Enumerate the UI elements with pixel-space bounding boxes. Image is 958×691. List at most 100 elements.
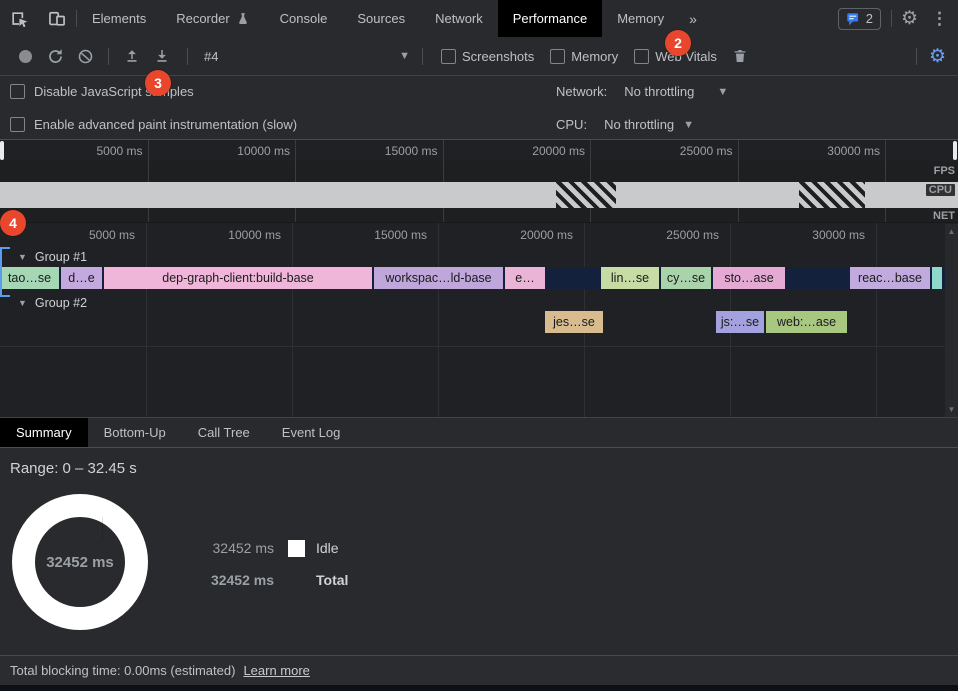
tab-recorder[interactable]: Recorder	[161, 0, 264, 37]
save-profile-button[interactable]	[147, 41, 177, 71]
bottom-strip	[0, 685, 958, 691]
flame-bar[interactable]: js:…se	[716, 311, 764, 333]
toolbar-divider	[422, 48, 423, 65]
upload-icon	[123, 47, 141, 65]
cpu-track-label: CPU	[926, 184, 955, 196]
total-blocking-time-text: Total blocking time: 0.00ms (estimated)	[10, 663, 235, 678]
issues-count: 2	[866, 11, 873, 26]
screenshots-checkbox[interactable]: Screenshots	[441, 49, 534, 64]
load-profile-button[interactable]	[117, 41, 147, 71]
tab-label: Elements	[92, 11, 146, 26]
time-label: 20000 ms	[473, 228, 573, 242]
settings-gear-icon[interactable]: ⚙	[892, 9, 927, 28]
legend-value: 32452 ms	[208, 572, 274, 588]
collapse-triangle-icon: ▼	[18, 298, 27, 308]
network-throttling-row: Network: No throttling ▼	[556, 84, 728, 99]
donut-legend: 32452 msIdle32452 msTotal	[208, 532, 348, 596]
tab-sources[interactable]: Sources	[342, 0, 420, 37]
time-label: 25000 ms	[633, 144, 733, 158]
legend-row: 32452 msIdle	[208, 532, 348, 564]
overview-right-handle[interactable]	[953, 141, 957, 160]
cpu-throttling-select[interactable]: No throttling ▼	[604, 117, 694, 132]
record-button[interactable]	[10, 41, 40, 71]
chevron-down-icon: ▼	[399, 50, 410, 62]
network-throttling-select[interactable]: No throttling ▼	[624, 84, 728, 99]
checkbox-box	[634, 49, 649, 64]
tab-label: Bottom-Up	[104, 425, 166, 440]
flame-bar[interactable]: e…	[505, 267, 545, 289]
time-tick	[148, 140, 149, 222]
tab-network[interactable]: Network	[420, 0, 498, 37]
history-select[interactable]: #4 ▼	[194, 49, 416, 64]
toolbar-divider	[187, 48, 188, 65]
scroll-down-arrow[interactable]: ▼	[945, 405, 958, 414]
issues-button[interactable]: 2	[838, 8, 881, 30]
scroll-up-arrow[interactable]: ▲	[945, 227, 958, 236]
tab-elements[interactable]: Elements	[77, 0, 161, 37]
trash-icon	[732, 48, 748, 64]
flame-bar[interactable]	[932, 267, 942, 289]
donut-total-label: 32452 ms	[35, 517, 125, 607]
tab-bottom-up[interactable]: Bottom-Up	[88, 418, 182, 447]
time-label: 5000 ms	[35, 228, 135, 242]
flame-bar[interactable]: sto…ase	[713, 267, 785, 289]
tab-console[interactable]: Console	[265, 0, 343, 37]
horizontal-gridline	[0, 346, 945, 347]
clear-button[interactable]	[70, 41, 100, 71]
history-selected-value: #4	[204, 49, 399, 64]
clear-recordings-button[interactable]	[725, 41, 755, 71]
inspect-element-button[interactable]	[0, 0, 38, 37]
checkbox-box	[10, 84, 25, 99]
legend-row: 32452 msTotal	[208, 564, 348, 596]
flame-bar[interactable]: dep-graph-client:build-base	[104, 267, 372, 289]
tab-memory[interactable]: Memory	[602, 0, 679, 37]
fps-track-label: FPS	[934, 165, 955, 177]
collapse-triangle-icon: ▼	[18, 252, 27, 262]
kebab-menu-icon[interactable]: ⋮	[927, 9, 958, 29]
detail-tabbar: Summary Bottom-Up Call Tree Event Log	[0, 417, 958, 448]
notification-badge-2: 2	[665, 30, 691, 56]
learn-more-link[interactable]: Learn more	[243, 663, 309, 678]
time-label: 10000 ms	[190, 144, 290, 158]
tab-performance[interactable]: Performance	[498, 0, 602, 37]
flame-bar[interactable]: reac…base	[850, 267, 930, 289]
flame-chart[interactable]: 5000 ms10000 ms15000 ms20000 ms25000 ms3…	[0, 222, 958, 417]
time-tick	[443, 140, 444, 222]
toolbar-divider	[108, 48, 109, 65]
advanced-paint-checkbox[interactable]: Enable advanced paint instrumentation (s…	[10, 117, 297, 132]
flame-bar[interactable]: web:…ase	[766, 311, 847, 333]
flame-bar[interactable]: cy…se	[661, 267, 711, 289]
select-value: No throttling	[624, 84, 694, 99]
checkbox-label: Screenshots	[462, 49, 534, 64]
gridline	[146, 223, 147, 418]
flame-bar[interactable]: d…e	[61, 267, 102, 289]
tab-event-log[interactable]: Event Log	[266, 418, 357, 447]
more-tabs-button[interactable]: »	[679, 11, 707, 27]
timeline-overview[interactable]: 5000 ms10000 ms15000 ms20000 ms25000 ms3…	[0, 140, 958, 222]
gridline	[876, 223, 877, 418]
overview-left-handle[interactable]	[0, 141, 4, 160]
devtools-window: Elements Recorder Console Sources Networ…	[0, 0, 958, 691]
group-label: Group #1	[35, 250, 87, 264]
flame-bar[interactable]: workspac…ld-base	[374, 267, 503, 289]
cpu-throttling-row: CPU: No throttling ▼	[556, 117, 694, 132]
flame-bar[interactable]: jes…se	[545, 311, 603, 333]
time-label: 30000 ms	[780, 144, 880, 158]
time-tick	[590, 140, 591, 222]
time-label: 10000 ms	[181, 228, 281, 242]
chevron-down-icon: ▼	[683, 119, 694, 131]
reload-and-record-button[interactable]	[40, 41, 70, 71]
group-1-header[interactable]: ▼ Group #1	[18, 247, 87, 267]
checkbox-box	[10, 117, 25, 132]
memory-checkbox[interactable]: Memory	[550, 49, 618, 64]
tab-label: Console	[280, 11, 328, 26]
group-2-header[interactable]: ▼ Group #2	[18, 293, 87, 313]
flame-bar[interactable]: lin…se	[601, 267, 659, 289]
tab-call-tree[interactable]: Call Tree	[182, 418, 266, 447]
capture-settings-gear-icon[interactable]: ⚙	[917, 47, 958, 66]
device-toolbar-button[interactable]	[38, 0, 76, 37]
cpu-busy-hatch	[799, 182, 865, 208]
device-toolbar-icon	[47, 9, 67, 29]
tab-summary[interactable]: Summary	[0, 418, 88, 447]
vertical-scrollbar[interactable]: ▲ ▼	[945, 224, 958, 417]
